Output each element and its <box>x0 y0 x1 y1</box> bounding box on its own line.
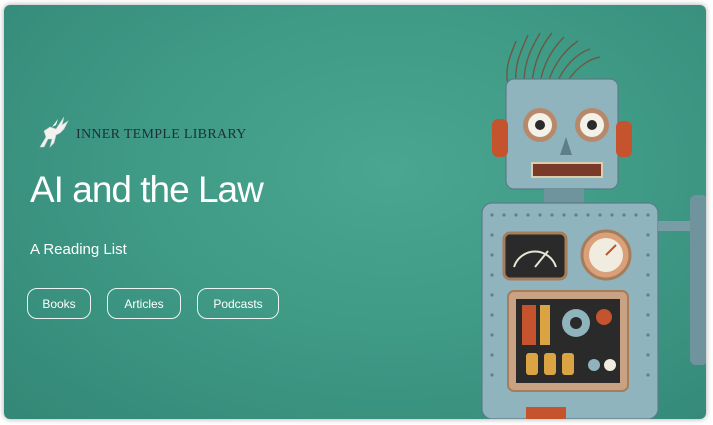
robot-foot <box>526 407 566 419</box>
robot-gauge-left <box>502 231 568 281</box>
podcasts-button[interactable]: Podcasts <box>197 288 279 319</box>
toy-robot-image <box>481 32 706 419</box>
brand-name: INNER TEMPLE LIBRARY <box>76 127 247 142</box>
robot-left-ear <box>492 119 508 157</box>
hero-banner: INNER TEMPLE LIBRARY AI and the Law A Re… <box>4 5 706 419</box>
articles-button[interactable]: Articles <box>107 288 181 319</box>
page-subtitle: A Reading List <box>30 241 127 258</box>
books-button[interactable]: Books <box>27 288 91 319</box>
category-nav: Books Articles Podcasts <box>27 288 279 319</box>
robot-arm <box>658 221 692 231</box>
robot-right-arm <box>690 195 706 365</box>
page-title: AI and the Law <box>30 169 264 210</box>
library-brand: INNER TEMPLE LIBRARY <box>34 113 247 151</box>
pegasus-icon <box>39 116 69 148</box>
robot-mouth <box>531 162 603 178</box>
robot-right-ear <box>616 121 632 157</box>
